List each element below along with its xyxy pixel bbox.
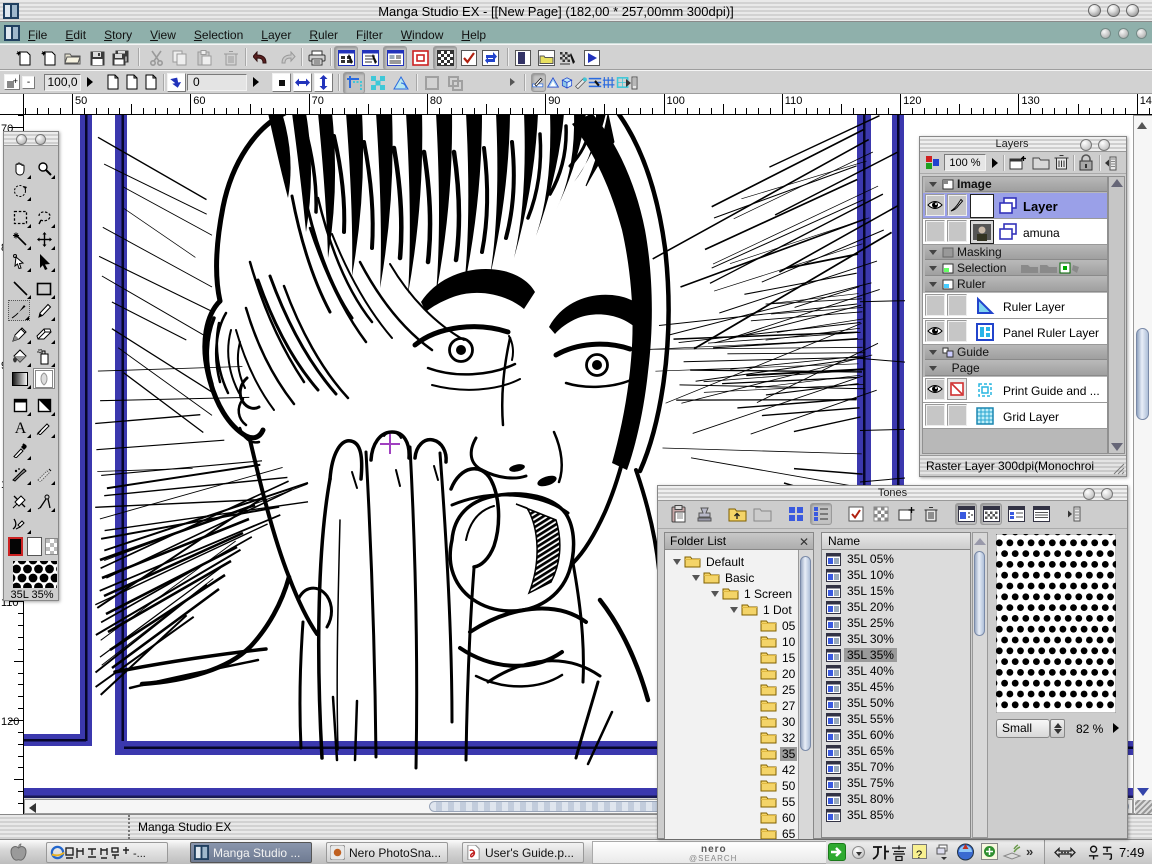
svg-text:A: A [14, 420, 26, 435]
